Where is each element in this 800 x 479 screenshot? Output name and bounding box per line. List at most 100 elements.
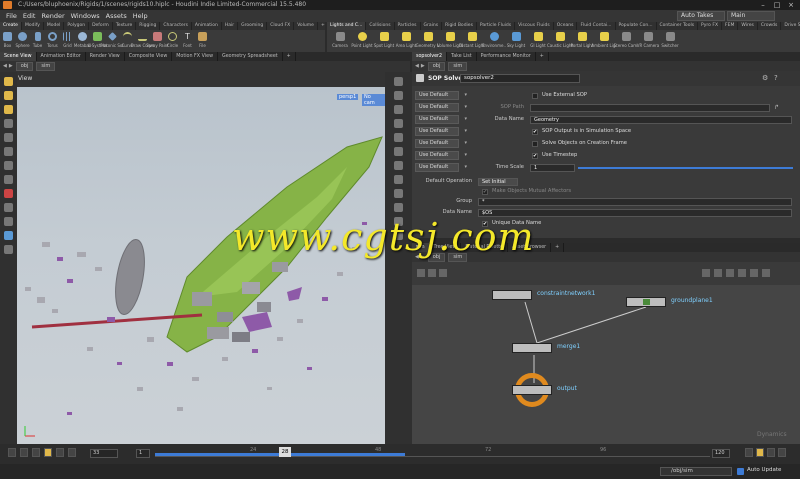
shelf-tab-rigid-bodies[interactable]: Rigid Bodies (442, 22, 477, 30)
jump-start-icon[interactable] (8, 448, 16, 457)
guides-icon[interactable] (394, 161, 403, 170)
back-arrow-icon[interactable]: ◀ (3, 63, 7, 69)
forward-arrow-icon[interactable]: ▶ (9, 63, 13, 69)
tool-lsystem[interactable]: L-System (88, 30, 107, 52)
shelf-tab-oceans[interactable]: Oceans (554, 22, 578, 30)
audio-icon[interactable] (767, 448, 775, 457)
play-icon[interactable] (56, 448, 64, 457)
mutual-affectors-checkbox[interactable]: ✔ (482, 189, 488, 195)
solve-objects-checkbox[interactable] (532, 141, 538, 147)
sticky-note-icon[interactable] (726, 269, 734, 277)
help-icon[interactable]: ? (774, 74, 778, 82)
tools-menu-icon[interactable] (439, 269, 447, 277)
tool-camera[interactable]: Camera (329, 30, 351, 52)
back-arrow-icon[interactable]: ◀ (415, 63, 419, 69)
shelf-tab-populate[interactable]: Populate Con... (616, 22, 657, 30)
use-default-button[interactable]: Use Default (415, 127, 467, 136)
key-icon[interactable] (745, 448, 753, 457)
step-forward-icon[interactable] (68, 448, 76, 457)
tab-animation-editor[interactable]: Animation Editor (37, 52, 86, 61)
tool-draw-curve[interactable]: Draw Curve (131, 30, 154, 52)
frame-field[interactable]: 33 (90, 449, 118, 458)
shelf-tab-crowds[interactable]: Crowds (758, 22, 782, 30)
menu-windows[interactable]: Windows (71, 12, 100, 20)
menu-assets[interactable]: Assets (106, 12, 127, 20)
tab-add[interactable]: + (283, 52, 296, 61)
network-box-icon[interactable] (738, 269, 746, 277)
status-path[interactable]: /obj/sim (660, 467, 732, 476)
tool-metaball[interactable]: Metaball (74, 30, 91, 52)
move-tool-icon[interactable] (4, 91, 13, 100)
shelf-tab-texture[interactable]: Texture (113, 22, 137, 30)
tool-geometry-light[interactable]: Geometry L. (416, 30, 440, 52)
tool-curve[interactable]: Curve (120, 30, 135, 52)
sop-output-checkbox[interactable]: ✔ (532, 129, 538, 135)
grid-snap-icon[interactable] (714, 269, 722, 277)
menu-help[interactable]: Help (133, 12, 148, 20)
shelf-tab-rigging[interactable]: Rigging (136, 22, 161, 30)
view-tool-icon[interactable] (4, 175, 13, 184)
time-scale-field[interactable]: 1 (530, 164, 575, 172)
shelf-tab-deform[interactable]: Deform (89, 22, 113, 30)
tool-area-light[interactable]: Area Light (395, 30, 417, 52)
shelf-tab-particles[interactable]: Particles (395, 22, 421, 30)
tool-sphere[interactable]: Sphere (15, 30, 30, 52)
network-editor[interactable]: constraintnetwork1 groundplane1 merge1 o… (412, 285, 800, 444)
points-icon[interactable] (394, 133, 403, 142)
tool-torus[interactable]: Torus (45, 30, 60, 52)
tab-take-list[interactable]: Take List (447, 52, 477, 61)
palette-icon[interactable] (750, 269, 758, 277)
shelf-tab-fluid-containers[interactable]: Fluid Contai... (577, 22, 616, 30)
path-sim[interactable]: sim (448, 61, 468, 71)
node-name-field[interactable]: sopsolver2 (460, 74, 580, 83)
shelf-tab-characters[interactable]: Characters (160, 22, 192, 30)
shelf-tab-viscous-fluids[interactable]: Viscous Fluids (515, 22, 554, 30)
shelf-tab-wires[interactable]: Wires (738, 22, 758, 30)
tool-caustic-light[interactable]: Caustic Light (547, 30, 573, 52)
data-name-field[interactable]: Geometry (530, 116, 792, 124)
tool-box[interactable]: Box (0, 30, 15, 52)
auto-takes-button[interactable]: Auto Takes (677, 11, 725, 21)
node-output[interactable] (512, 385, 552, 395)
tool-stereo-camera[interactable]: Stereo Cam. (614, 30, 638, 52)
tool-ambient-light[interactable]: Ambient Lig. (591, 30, 617, 52)
scale-tool-icon[interactable] (4, 133, 13, 142)
tool-portal-light[interactable]: Portal Light (571, 30, 593, 52)
tool-font[interactable]: T Font (180, 30, 195, 52)
tool-distant-light[interactable]: Distant Light (459, 30, 485, 52)
normals-icon[interactable] (394, 147, 403, 156)
node-constraintnetwork1[interactable] (492, 290, 532, 300)
global-anim-options-icon[interactable] (778, 448, 786, 457)
use-external-sop-checkbox[interactable] (532, 93, 538, 99)
node-groundplane1[interactable] (626, 297, 666, 307)
tab-add[interactable]: + (536, 52, 549, 61)
camera-menu[interactable]: No cam (362, 94, 385, 106)
drive-tool-icon[interactable] (4, 231, 13, 240)
use-default-button[interactable]: Use Default (415, 91, 467, 100)
display-options-icon[interactable] (394, 77, 403, 86)
tab-scene-view[interactable]: Scene View (0, 52, 37, 61)
start-frame-field[interactable]: 1 (136, 449, 150, 458)
transform-tool-icon[interactable] (4, 105, 13, 114)
path-sim[interactable]: sim (36, 61, 56, 71)
wireframe-icon[interactable] (394, 119, 403, 128)
auto-update-menu[interactable]: Auto Update (747, 467, 781, 473)
tool-point-light[interactable]: Point Light (351, 30, 373, 52)
time-ruler[interactable] (155, 456, 710, 457)
select-tool-icon[interactable] (4, 77, 13, 86)
shelf-tab-polygon[interactable]: Polygon (64, 22, 90, 30)
shelf-tab-lights[interactable]: Lights and C... (327, 22, 367, 30)
forward-arrow-icon[interactable]: ▶ (421, 63, 425, 69)
tool-tube[interactable]: Tube (30, 30, 45, 52)
minimize-button[interactable]: – (758, 1, 768, 9)
group-field[interactable]: * (478, 198, 792, 206)
scene-viewport[interactable]: persp1 No cam (17, 87, 385, 444)
gear-icon[interactable]: ⚙ (762, 74, 768, 82)
node-chooser-icon[interactable]: ↱ (774, 104, 779, 111)
layout-icon[interactable] (702, 269, 710, 277)
tool-volume-light[interactable]: Volume Light (437, 30, 463, 52)
tab-sopsolver2[interactable]: sopsolver2 (412, 52, 448, 61)
shelf-tab-pyro[interactable]: Pyro FX (698, 22, 723, 30)
shelf-tab-container-tools[interactable]: Container Tools (657, 22, 699, 30)
shelf-tab-fem[interactable]: FEM (722, 22, 739, 30)
